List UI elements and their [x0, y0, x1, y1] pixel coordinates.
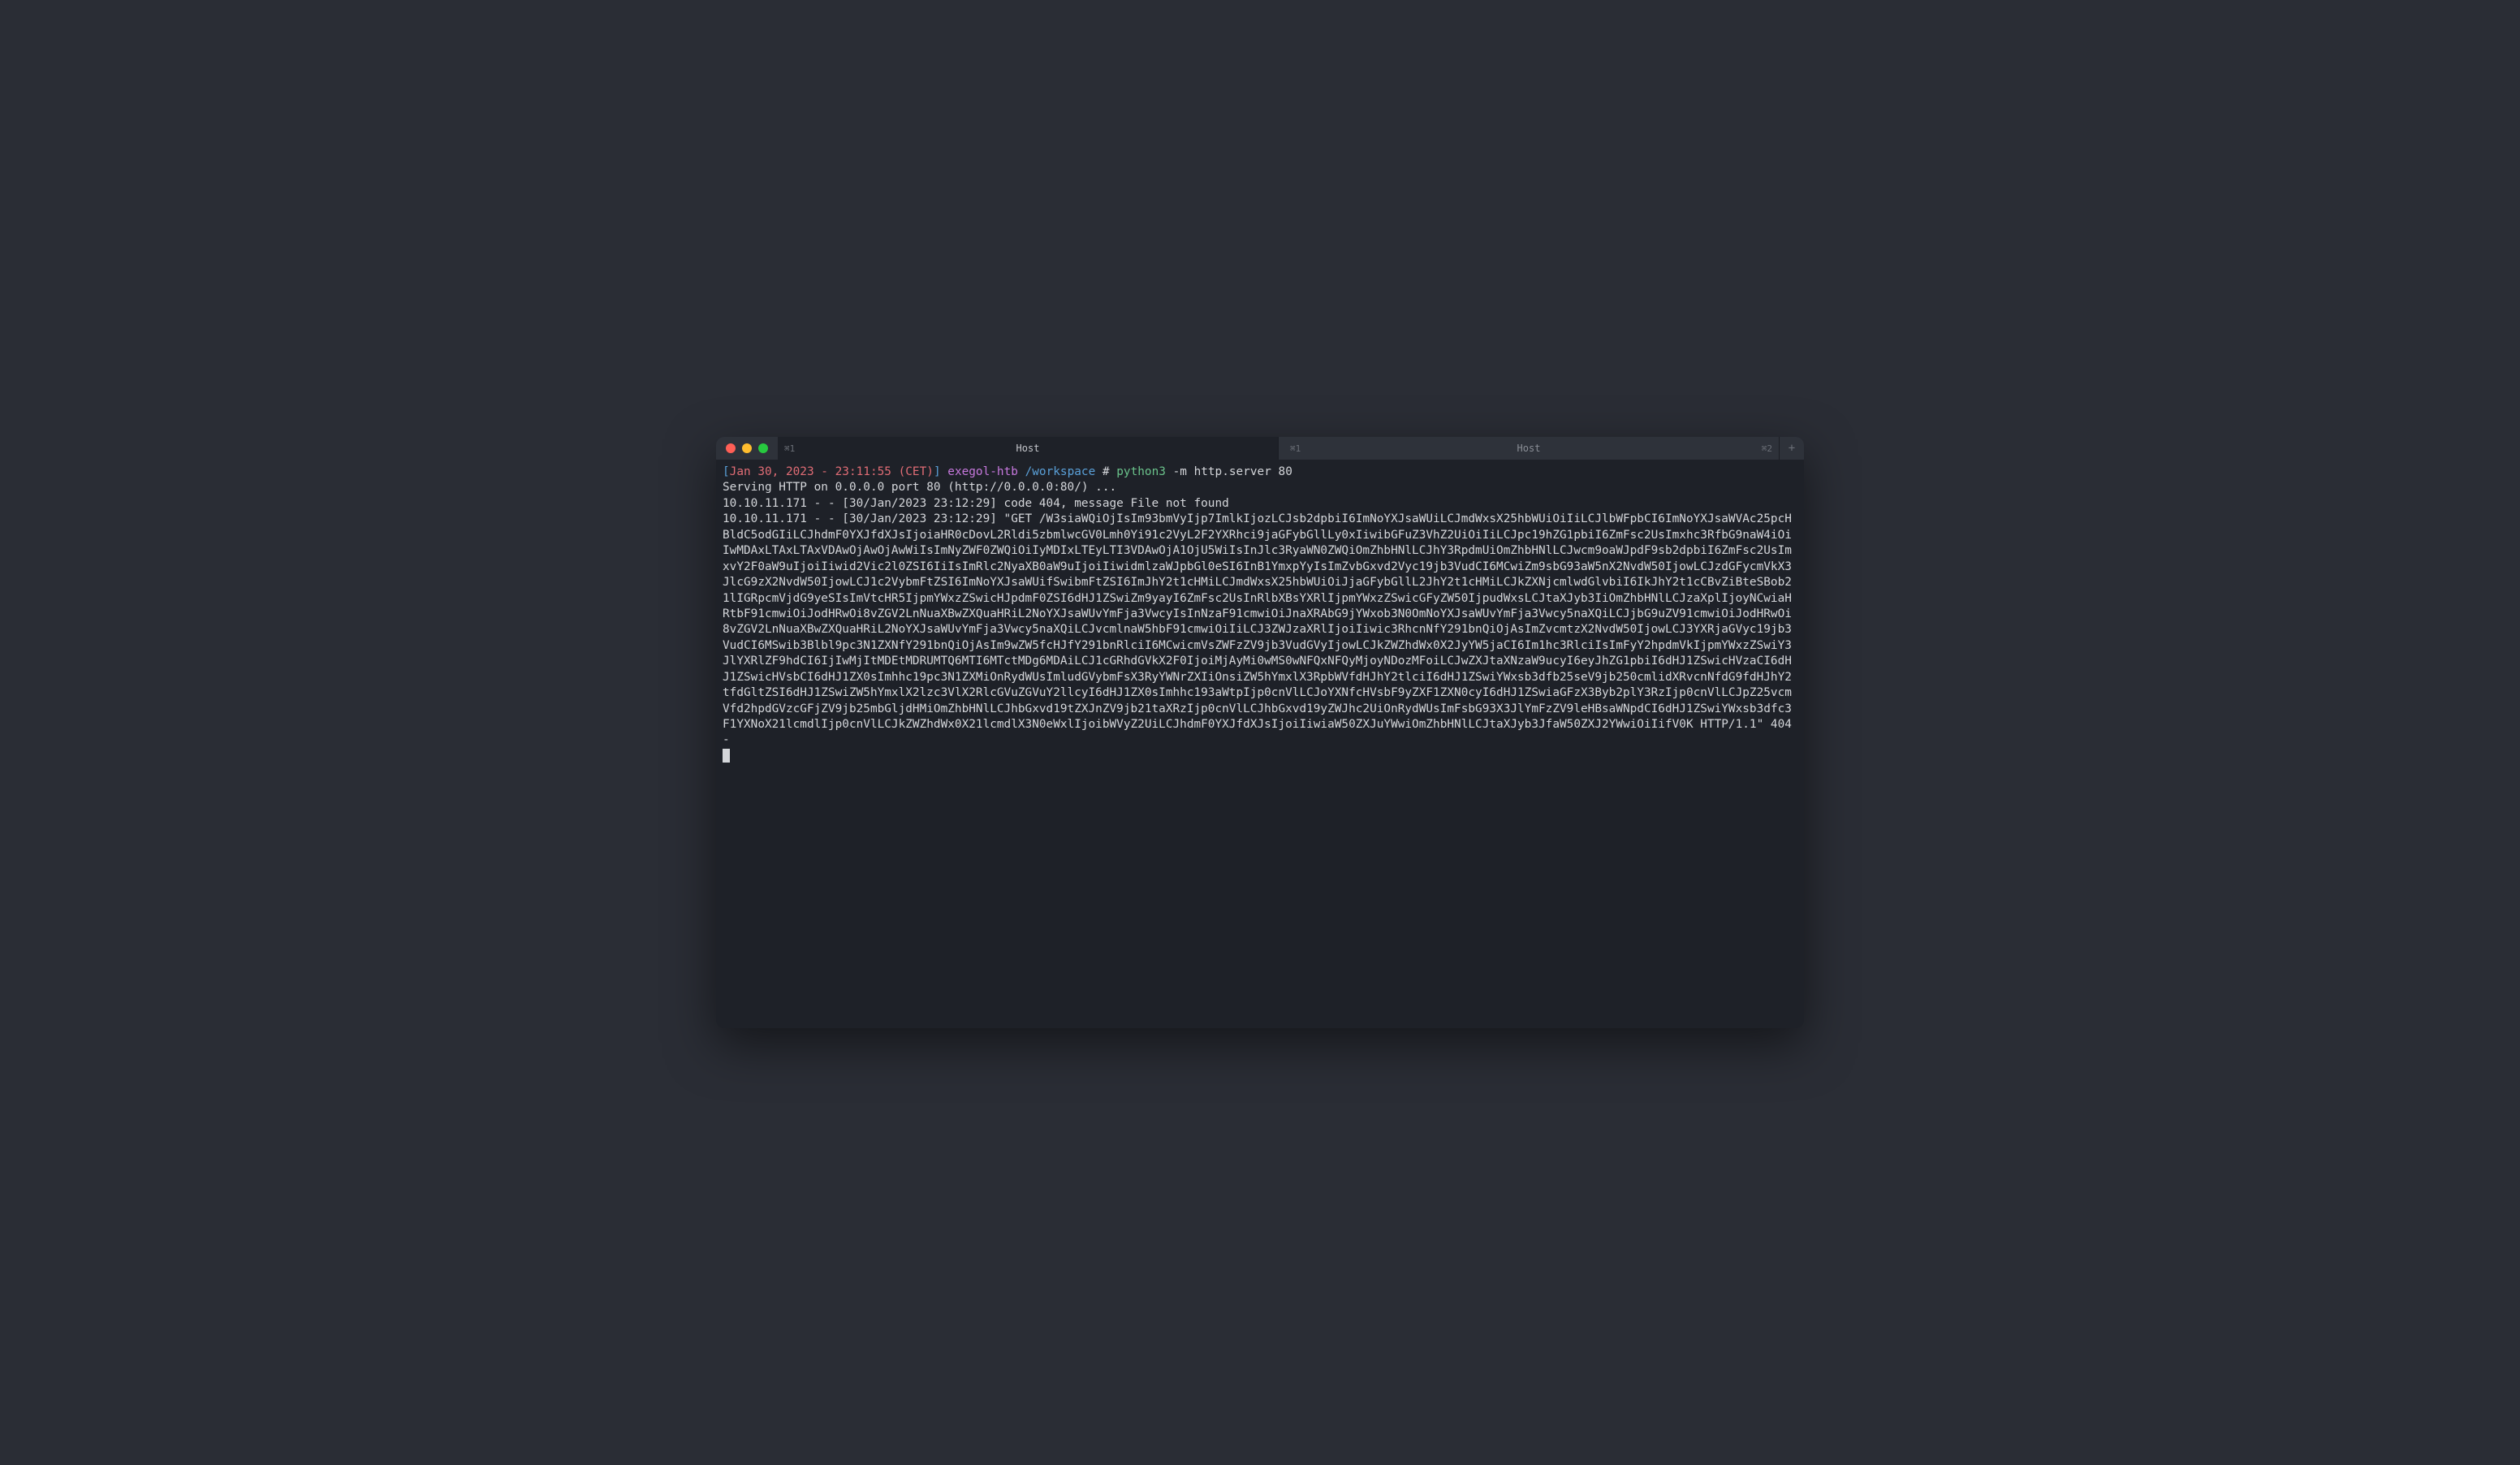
tab-shortcut: ⌘1 [784, 443, 795, 454]
minimize-button[interactable] [742, 443, 752, 453]
titlebar: ⌘1 Host ⌘1 Host ⌘2 + [716, 437, 1804, 460]
prompt-path: /workspace [1025, 465, 1096, 478]
tab-shortcut: ⌘2 [1762, 443, 1772, 454]
maximize-button[interactable] [758, 443, 768, 453]
tab-2[interactable]: ⌘1 Host ⌘2 [1279, 437, 1780, 460]
output-line-3: 10.10.11.171 - - [30/Jan/2023 23:12:29] … [723, 512, 1799, 746]
terminal-content[interactable]: [Jan 30, 2023 - 23:11:55 (CET)] exegol-h… [716, 460, 1804, 1028]
tabs-container: ⌘1 Host ⌘1 Host ⌘2 [778, 437, 1780, 460]
output-line-1: Serving HTTP on 0.0.0.0 port 80 (http://… [723, 481, 1116, 494]
prompt-bracket-open: [ [723, 465, 730, 478]
prompt-command: python3 [1116, 465, 1166, 478]
prompt-args: -m http.server 80 [1173, 465, 1292, 478]
close-button[interactable] [726, 443, 736, 453]
add-tab-button[interactable]: + [1780, 442, 1804, 455]
tab-title: Host [1517, 443, 1541, 454]
tab-left-indicator: ⌘1 [1285, 443, 1301, 454]
tab-title: Host [1016, 443, 1040, 454]
terminal-window: ⌘1 Host ⌘1 Host ⌘2 + [Jan 30, 2023 - 23:… [716, 437, 1804, 1028]
tab-1[interactable]: ⌘1 Host [778, 437, 1279, 460]
prompt-hash: # [1102, 465, 1110, 478]
output-line-2: 10.10.11.171 - - [30/Jan/2023 23:12:29] … [723, 497, 1229, 510]
prompt-hostname: exegol-htb [947, 465, 1018, 478]
cursor [723, 749, 730, 763]
prompt-timestamp: Jan 30, 2023 - 23:11:55 (CET) [730, 465, 934, 478]
traffic-lights [716, 443, 768, 453]
prompt-bracket-close: ] [934, 465, 941, 478]
